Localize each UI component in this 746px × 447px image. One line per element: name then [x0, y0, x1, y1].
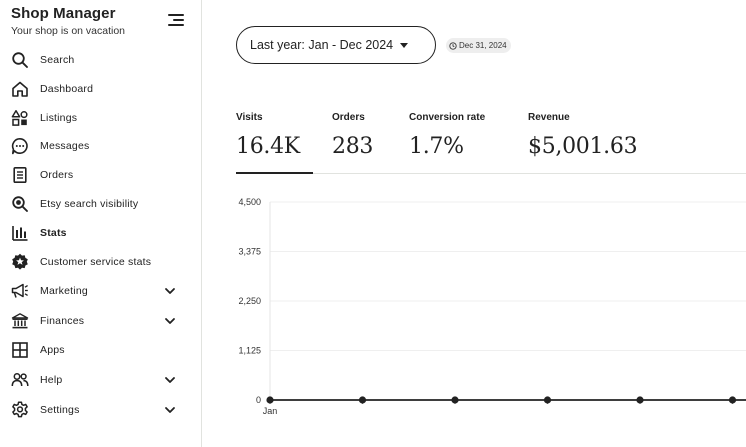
sidebar-item-label: Messages — [40, 140, 90, 152]
chevron-down-icon[interactable] — [163, 314, 177, 328]
metric-visits[interactable]: Visits 16.4K — [236, 112, 300, 159]
y-tick-label: 0 — [256, 395, 261, 405]
sidebar-item-label: Help — [40, 374, 63, 386]
sidebar-item-finances[interactable]: Finances — [0, 308, 201, 334]
chevron-down-icon[interactable] — [163, 373, 177, 387]
sidebar-item-listings[interactable]: Listings — [0, 105, 201, 131]
sidebar-item-label: Apps — [40, 344, 65, 356]
star-badge-icon — [11, 253, 29, 271]
data-point[interactable] — [543, 396, 552, 404]
metric-orders[interactable]: Orders 283 — [332, 112, 373, 159]
shapes-icon — [11, 109, 29, 127]
menu-toggle-icon[interactable] — [168, 13, 184, 27]
sidebar-item-dashboard[interactable]: Dashboard — [0, 76, 201, 102]
sidebar-item-etsy-search-visibility[interactable]: Etsy search visibility — [0, 191, 201, 217]
data-point[interactable] — [451, 396, 459, 404]
y-tick-label: 4,500 — [238, 197, 261, 207]
last-updated-badge: Dec 31, 2024 — [446, 38, 511, 53]
sidebar-item-label: Settings — [40, 404, 80, 416]
sidebar-item-customer-service-stats[interactable]: Customer service stats — [0, 249, 201, 275]
active-metric-indicator — [236, 172, 313, 174]
metric-label: Orders — [332, 112, 365, 123]
data-point[interactable] — [266, 396, 274, 404]
chat-bubble-icon — [11, 137, 29, 155]
sidebar-item-label: Marketing — [40, 285, 88, 297]
shop-manager-title: Shop Manager — [11, 5, 116, 22]
metric-conversion-rate[interactable]: Conversion rate 1.7% — [409, 112, 485, 159]
sidebar-item-label: Listings — [40, 112, 78, 124]
sidebar-item-label: Etsy search visibility — [40, 198, 139, 210]
sidebar-item-stats[interactable]: Stats — [0, 220, 201, 246]
search-visibility-icon — [11, 195, 29, 213]
sidebar-item-apps[interactable]: Apps — [0, 337, 201, 363]
series-line — [270, 399, 746, 401]
sidebar-item-label: Dashboard — [40, 83, 94, 95]
chevron-down-icon[interactable] — [163, 284, 177, 298]
grid-icon — [11, 341, 29, 359]
y-tick-label: 3,375 — [238, 247, 261, 257]
metric-value: 283 — [332, 134, 374, 159]
sidebar-item-search[interactable]: Search — [0, 47, 201, 73]
x-tick-label: Jan — [263, 406, 278, 416]
sidebar-item-label: Customer service stats — [40, 256, 152, 268]
sidebar-item-marketing[interactable]: Marketing — [0, 278, 201, 304]
receipt-icon — [11, 166, 29, 184]
date-range-dropdown[interactable]: Last year: Jan - Dec 2024 — [236, 26, 436, 64]
sidebar-item-label: Finances — [40, 315, 85, 327]
last-updated-date: Dec 31, 2024 — [459, 41, 507, 50]
metric-label: Conversion rate — [409, 112, 486, 123]
chevron-down-icon[interactable] — [163, 403, 177, 417]
sidebar-item-label: Orders — [40, 169, 74, 181]
gear-icon — [11, 401, 29, 419]
y-tick-label: 1,125 — [238, 346, 261, 356]
metric-revenue[interactable]: Revenue $5,001.63 — [528, 112, 638, 159]
data-point[interactable] — [636, 396, 644, 404]
visits-line-chart: 4,500 3,375 2,250 1,125 0Jan — [238, 197, 746, 416]
stats-main-panel: Last year: Jan - Dec 2024 Dec 31, 2024 V… — [203, 0, 746, 447]
shop-status-subtitle: Your shop is on vacation — [11, 25, 126, 37]
metric-label: Visits — [236, 112, 263, 123]
metric-value: 16.4K — [236, 134, 300, 159]
metric-value: 1.7% — [409, 134, 464, 159]
sidebar-item-label: Stats — [40, 227, 67, 239]
sidebar-item-orders[interactable]: Orders — [0, 162, 201, 188]
clock-icon — [449, 41, 457, 50]
metric-label: Revenue — [528, 112, 570, 123]
sidebar-item-messages[interactable]: Messages — [0, 133, 201, 159]
data-point[interactable] — [358, 396, 367, 404]
sidebar-item-settings[interactable]: Settings — [0, 397, 201, 423]
home-icon — [11, 80, 29, 98]
megaphone-icon — [11, 282, 29, 300]
search-icon — [11, 51, 29, 69]
caret-down-icon — [400, 42, 409, 48]
bank-icon — [11, 312, 29, 330]
sidebar-item-help[interactable]: Help — [0, 367, 201, 393]
sidebar-item-label: Search — [40, 54, 75, 66]
sidebar: Shop Manager Your shop is on vacation Se… — [0, 0, 202, 447]
people-icon — [11, 371, 29, 389]
data-point[interactable] — [728, 396, 737, 404]
date-range-label: Last year: Jan - Dec 2024 — [250, 38, 394, 52]
y-tick-label: 2,250 — [238, 296, 261, 306]
bar-chart-icon — [11, 224, 29, 242]
metric-value: $5,001.63 — [528, 134, 638, 159]
